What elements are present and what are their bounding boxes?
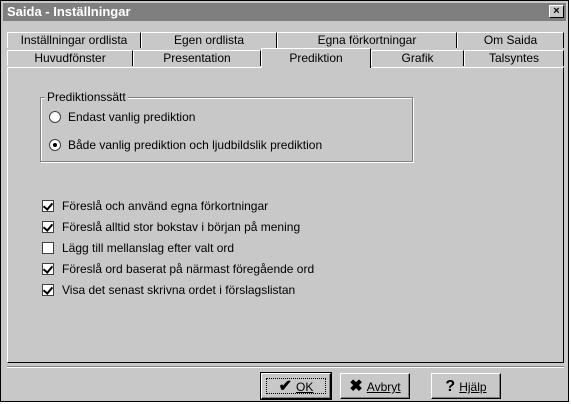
checkbox-foregaende-ord[interactable]: Föreslå ord baserat på närmast föregåend… [42,262,314,276]
tab-egna-forkortningar[interactable]: Egna förkortningar [277,32,457,48]
tab-huvudfonster[interactable]: Huvudfönster [7,50,133,66]
ok-button[interactable]: ✔ OK [260,372,332,400]
tab-label: Om Saida [483,33,538,47]
tab-label: Talsyntes [488,51,540,65]
tab-presentation[interactable]: Presentation [133,50,261,66]
tab-row-upper: Inställningar ordlista Egen ordlista Egn… [7,32,564,48]
tab-label: Huvudfönster [34,51,106,65]
title-bar[interactable]: Saida - Inställningar × [3,3,566,21]
group-legend: Prediktionssätt [45,90,128,104]
tab-label: Inställningar ordlista [20,33,128,47]
tab-prediktion[interactable]: Prediktion [261,48,371,68]
radio-button[interactable] [49,110,61,123]
focus-rectangle [266,378,326,394]
tab-grafik[interactable]: Grafik [371,50,464,66]
checkbox-label: Föreslå och använd egna förkortningar [62,199,269,213]
checkbox-label: Föreslå alltid stor bokstav i början på … [62,220,301,234]
help-button[interactable]: ? Hjälp [431,373,501,399]
window-title: Saida - Inställningar [7,4,131,19]
checkbox[interactable] [42,220,54,233]
checkbox[interactable] [42,199,54,212]
radio-ljudbildslik-prediktion[interactable]: Både vanlig prediktion och ljudbildslik … [49,138,322,152]
checkbox-mellanslag[interactable]: Lägg till mellanslag efter valt ord [42,241,234,255]
tab-row-lower: Huvudfönster Presentation Prediktion Gra… [7,48,564,68]
radio-vanlig-prediktion[interactable]: Endast vanlig prediktion [49,110,195,124]
checkbox-senast-skrivna[interactable]: Visa det senast skrivna ordet i förslags… [42,283,295,297]
radio-label: Endast vanlig prediktion [68,110,196,124]
prediction-mode-group [40,97,413,162]
checkbox-egna-forkortningar[interactable]: Föreslå och använd egna förkortningar [42,199,268,213]
tab-om-saida[interactable]: Om Saida [457,32,564,48]
checkbox[interactable] [42,283,54,296]
x-icon: ✖ [349,377,363,395]
settings-dialog: Saida - Inställningar × Inställningar or… [0,0,569,402]
tab-label: Prediktion [289,51,343,65]
radio-button[interactable] [49,138,61,151]
tab-installningar-ordlista[interactable]: Inställningar ordlista [7,32,141,48]
radio-label: Både vanlig prediktion och ljudbildslik … [68,138,323,152]
checkbox-label: Föreslå ord baserat på närmast föregåend… [62,262,315,276]
close-icon[interactable]: × [549,5,564,18]
tab-egen-ordlista[interactable]: Egen ordlista [141,32,277,48]
checkbox-label: Lägg till mellanslag efter valt ord [62,241,235,255]
tab-talsyntes[interactable]: Talsyntes [464,50,564,66]
cancel-label: Avbryt [366,379,401,394]
checkbox[interactable] [42,262,54,275]
tab-label: Presentation [163,51,231,65]
tab-label: Egna förkortningar [317,33,417,47]
checkbox-label: Visa det senast skrivna ordet i förslags… [62,283,296,297]
checkbox[interactable] [42,241,54,254]
help-label: Hjälp [459,379,487,394]
cancel-button[interactable]: ✖ Avbryt [340,373,410,399]
checkbox-stor-bokstav[interactable]: Föreslå alltid stor bokstav i början på … [42,220,300,234]
question-icon: ? [445,377,456,395]
tab-label: Grafik [401,51,434,65]
tab-label: Egen ordlista [173,33,245,47]
divider [7,366,564,368]
